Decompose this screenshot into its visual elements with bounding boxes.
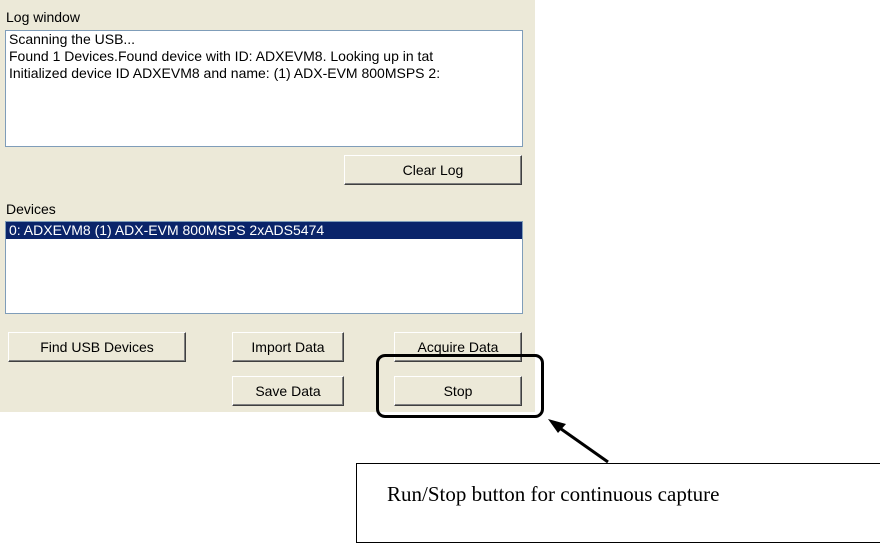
callout-arrow-line [553, 422, 609, 464]
annotation-text: Run/Stop button for continuous capture [387, 482, 720, 506]
callout-arrow [548, 419, 609, 464]
